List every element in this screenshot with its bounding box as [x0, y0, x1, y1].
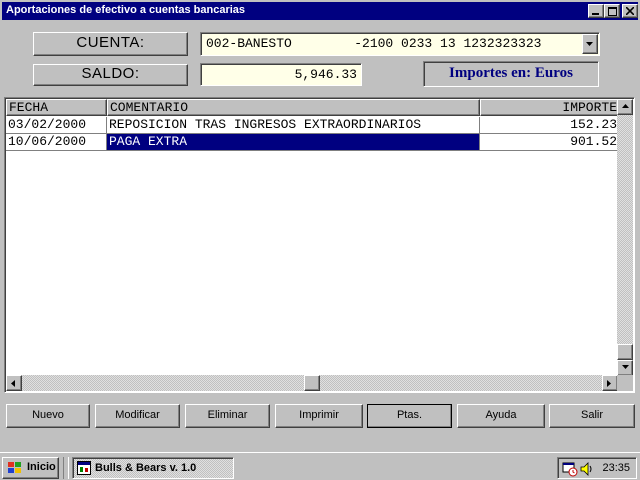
cell-importe[interactable]: 152.23 [480, 117, 620, 134]
taskbar-separator [63, 457, 69, 479]
saldo-value: 5,946.33 [294, 67, 357, 82]
horizontal-scroll-thumb[interactable] [304, 375, 320, 391]
nuevo-button[interactable]: Nuevo [6, 404, 90, 428]
scheduler-icon[interactable] [562, 461, 578, 477]
close-button[interactable] [622, 4, 638, 18]
ayuda-button[interactable]: Ayuda [457, 404, 545, 428]
aportaciones-grid[interactable]: FECHA COMENTARIO IMPORTE 03/02/2000 REPO… [4, 97, 635, 393]
taskbar-app-label: Bulls & Bears v. 1.0 [95, 462, 197, 474]
cuenta-combobox[interactable]: 002-BANESTO -2100 0233 13 1232323323 [200, 32, 600, 56]
cell-importe[interactable]: 901.52 [480, 134, 620, 151]
windows-logo-icon [8, 462, 21, 473]
vertical-scrollbar[interactable] [617, 99, 633, 376]
clock[interactable]: 23:35 [602, 462, 630, 474]
scroll-right-button[interactable] [602, 375, 618, 391]
ptas-button[interactable]: Ptas. [367, 404, 452, 428]
minimize-button[interactable] [588, 4, 604, 18]
importes-currency-indicator: Importes en: Euros [423, 61, 599, 87]
table-row[interactable]: 10/06/2000 PAGA EXTRA 901.52 [6, 134, 620, 151]
scroll-down-button[interactable] [617, 360, 633, 376]
imprimir-button[interactable]: Imprimir [275, 404, 363, 428]
cuenta-value: 002-BANESTO -2100 0233 13 1232323323 [206, 36, 542, 51]
horizontal-scrollbar[interactable] [6, 375, 618, 391]
minimize-icon [592, 13, 599, 15]
taskbar: Inicio Bulls & Bears v. 1.0 23:35 [0, 452, 640, 480]
arrow-right-icon [607, 380, 611, 387]
eliminar-button[interactable]: Eliminar [185, 404, 270, 428]
modificar-button[interactable]: Modificar [95, 404, 180, 428]
start-button[interactable]: Inicio [2, 457, 59, 479]
app-window-icon [77, 461, 91, 475]
saldo-field: 5,946.33 [200, 63, 362, 86]
scroll-left-button[interactable] [6, 375, 22, 391]
arrow-down-icon [622, 365, 629, 369]
cell-fecha[interactable]: 10/06/2000 [6, 134, 107, 151]
window-title: Aportaciones de efectivo a cuentas banca… [6, 4, 246, 16]
arrow-up-icon [622, 104, 629, 108]
maximize-icon [607, 7, 617, 16]
vertical-scroll-thumb[interactable] [617, 344, 633, 360]
chevron-down-icon [586, 42, 593, 46]
taskbar-app-button[interactable]: Bulls & Bears v. 1.0 [72, 457, 234, 479]
cell-fecha[interactable]: 03/02/2000 [6, 117, 107, 134]
volume-icon[interactable] [580, 461, 594, 477]
cuenta-dropdown-button[interactable] [582, 34, 598, 54]
cell-comentario[interactable]: REPOSICION TRAS INGRESOS EXTRAORDINARIOS [107, 117, 480, 134]
column-header-fecha[interactable]: FECHA [6, 99, 107, 116]
maximize-button[interactable] [604, 4, 620, 18]
window-titlebar[interactable]: Aportaciones de efectivo a cuentas banca… [2, 2, 638, 20]
cell-comentario-selected[interactable]: PAGA EXTRA [107, 134, 480, 151]
saldo-label: SALDO: [33, 64, 188, 86]
scroll-up-button[interactable] [617, 99, 633, 115]
scrollbar-corner [617, 375, 633, 391]
system-tray: 23:35 [557, 457, 637, 479]
start-label: Inicio [27, 461, 56, 473]
close-icon [626, 7, 634, 15]
column-header-comentario[interactable]: COMENTARIO [107, 99, 480, 116]
cuenta-label: CUENTA: [33, 32, 188, 56]
arrow-left-icon [11, 380, 15, 387]
salir-button[interactable]: Salir [549, 404, 635, 428]
column-header-importe[interactable]: IMPORTE [480, 99, 620, 116]
table-row[interactable]: 03/02/2000 REPOSICION TRAS INGRESOS EXTR… [6, 117, 620, 134]
